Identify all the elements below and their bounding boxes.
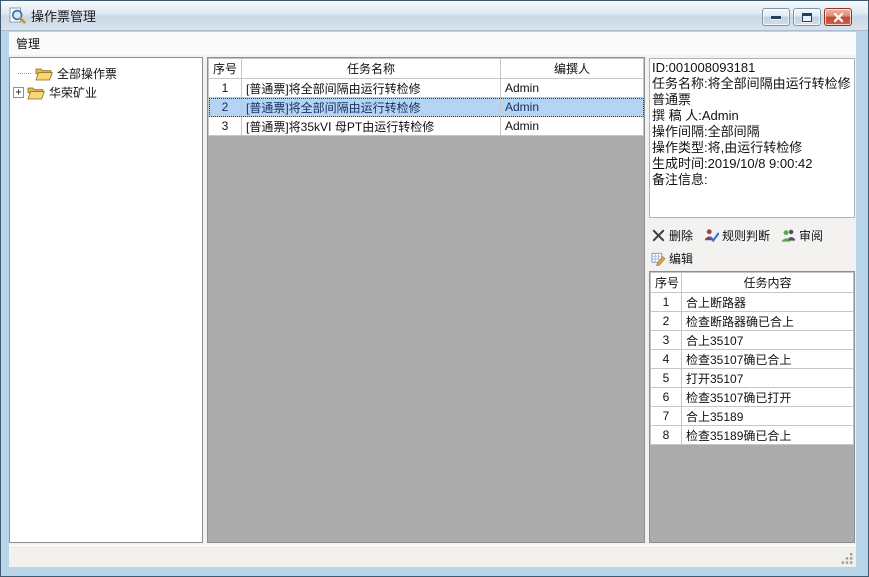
maximize-icon [802, 13, 812, 22]
close-button[interactable] [824, 8, 852, 26]
table-row[interactable]: 3 合上35107 [651, 331, 854, 350]
table-row[interactable]: 4 检查35107确已合上 [651, 350, 854, 369]
people-review-icon [781, 228, 796, 243]
row-task-name: [普通票]将全部间隔由运行转检修 [242, 79, 501, 98]
row-task-name: [普通票]将35kVⅠ 母PT由运行转检修 [242, 117, 501, 136]
detail-remark: 备注信息: [652, 172, 852, 188]
col-no[interactable]: 序号 [209, 59, 242, 79]
window-controls [762, 8, 852, 26]
ticket-details: ID:001008093181 任务名称:将全部间隔由运行转检修 普通票 撰 稿… [649, 58, 855, 218]
table-pencil-icon [651, 251, 666, 266]
tree-item-huarong-mine[interactable]: + 华荣矿业 [10, 83, 202, 102]
col-task-content[interactable]: 任务内容 [682, 273, 854, 293]
tree-item-all-tickets[interactable]: 全部操作票 [10, 64, 202, 83]
titlebar[interactable]: 操作票管理 [1, 1, 868, 31]
open-folder-icon [35, 67, 53, 81]
table-row[interactable]: 3 [普通票]将35kVⅠ 母PT由运行转检修 Admin [209, 117, 644, 136]
review-button[interactable]: 审阅 [781, 225, 823, 245]
menubar: 管理 [9, 32, 856, 55]
table-row[interactable]: 7 合上35189 [651, 407, 854, 426]
edit-toolbar: 编辑 [651, 248, 855, 268]
detail-created: 生成时间:2019/10/8 9:00:42 [652, 156, 852, 172]
rule-check-button[interactable]: 规则判断 [704, 225, 770, 245]
menu-item-manage[interactable]: 管理 [9, 32, 47, 55]
table-row[interactable]: 1 合上断路器 [651, 293, 854, 312]
row-author: Admin [501, 79, 644, 98]
detail-type: 操作类型:将,由运行转检修 [652, 140, 852, 156]
table-row[interactable]: 5 打开35107 [651, 369, 854, 388]
close-icon [833, 12, 844, 23]
delete-button[interactable]: 删除 [651, 225, 693, 245]
action-toolbar: 删除 规则判断 审 [651, 225, 855, 245]
col-author[interactable]: 编撰人 [501, 59, 644, 79]
task-table: 序号 任务内容 1 合上断路器 2 检查断路器确已合上 3 合上35107 [650, 272, 854, 445]
row-no: 1 [209, 79, 242, 98]
row-task-name: [普通票]将全部间隔由运行转检修 [242, 98, 501, 117]
ticket-table-header: 序号 任务名称 编撰人 [209, 59, 644, 79]
detail-id: ID:001008093181 [652, 60, 852, 76]
person-check-icon [704, 228, 719, 243]
row-author: Admin [501, 117, 644, 136]
delete-x-icon [651, 228, 666, 243]
detail-panel: ID:001008093181 任务名称:将全部间隔由运行转检修 普通票 撰 稿… [649, 57, 855, 543]
ticket-table: 序号 任务名称 编撰人 1 [普通票]将全部间隔由运行转检修 Admin 2 [… [208, 58, 644, 136]
row-no: 3 [209, 117, 242, 136]
resize-grip-icon[interactable] [841, 552, 854, 565]
task-table-header: 序号 任务内容 [651, 273, 854, 293]
col-task-name[interactable]: 任务名称 [242, 59, 501, 79]
row-author: Admin [501, 98, 644, 117]
detail-interval: 操作间隔:全部间隔 [652, 124, 852, 140]
client-area: 全部操作票 + 华荣矿业 序号 任务名称 编撰人 [9, 55, 856, 545]
window-title: 操作票管理 [31, 6, 96, 25]
tree-item-label: 华荣矿业 [49, 84, 97, 101]
table-row[interactable]: 1 [普通票]将全部间隔由运行转检修 Admin [209, 79, 644, 98]
expand-plus-icon[interactable]: + [13, 87, 24, 98]
detail-author: 撰 稿 人:Admin [652, 108, 852, 124]
ticket-tree: 全部操作票 + 华荣矿业 [9, 57, 203, 543]
open-folder-icon [27, 86, 45, 100]
col-no[interactable]: 序号 [651, 273, 682, 293]
tree-item-label: 全部操作票 [57, 65, 117, 82]
table-row[interactable]: 6 检查35107确已打开 [651, 388, 854, 407]
table-row-selected[interactable]: 2 [普通票]将全部间隔由运行转检修 Admin [209, 98, 644, 117]
minimize-button[interactable] [762, 8, 790, 26]
minimize-icon [771, 16, 781, 19]
statusbar [9, 545, 856, 567]
maximize-button[interactable] [793, 8, 821, 26]
magnifier-document-icon [9, 7, 26, 24]
tree-connector [18, 73, 31, 74]
ticket-list-panel: 序号 任务名称 编撰人 1 [普通票]将全部间隔由运行转检修 Admin 2 [… [207, 57, 645, 543]
row-no: 2 [209, 98, 242, 117]
detail-task-name: 任务名称:将全部间隔由运行转检修 普通票 [652, 76, 852, 108]
edit-button[interactable]: 编辑 [651, 248, 693, 268]
app-window: 操作票管理 管理 [0, 0, 869, 577]
table-row[interactable]: 8 检查35189确已合上 [651, 426, 854, 445]
table-row[interactable]: 2 检查断路器确已合上 [651, 312, 854, 331]
task-content-panel: 序号 任务内容 1 合上断路器 2 检查断路器确已合上 3 合上35107 [649, 271, 855, 543]
